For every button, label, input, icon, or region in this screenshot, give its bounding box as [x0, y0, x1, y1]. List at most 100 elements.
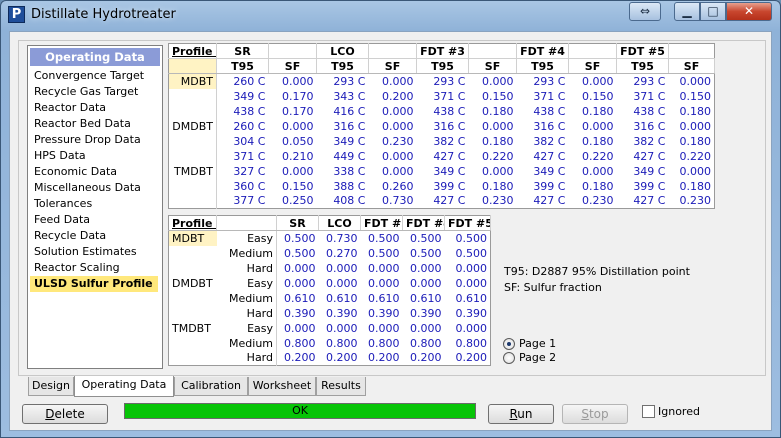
- run-button[interactable]: Run: [488, 404, 554, 424]
- profile1-cell[interactable]: 0.180: [469, 179, 517, 194]
- profile1-cell[interactable]: 427 C: [417, 149, 469, 164]
- profile2-cell[interactable]: 0.500: [277, 231, 319, 246]
- nav-item-economic-data[interactable]: Economic Data: [28, 164, 162, 180]
- nav-item-reactor-bed-data[interactable]: Reactor Bed Data: [28, 116, 162, 132]
- nav-item-solution-estimates[interactable]: Solution Estimates: [28, 244, 162, 260]
- profile1-cell[interactable]: 293 C: [417, 74, 469, 89]
- profile1-cell[interactable]: 0.180: [669, 179, 715, 194]
- profile2-cell[interactable]: 0.200: [361, 351, 403, 366]
- profile1-cell[interactable]: 371 C: [217, 149, 269, 164]
- profile2-cell[interactable]: 0.390: [361, 306, 403, 321]
- profile2-cell[interactable]: 0.500: [403, 246, 445, 261]
- profile2-cell[interactable]: 0.390: [319, 306, 361, 321]
- nav-item-pressure-drop-data[interactable]: Pressure Drop Data: [28, 132, 162, 148]
- profile1-cell[interactable]: 0.220: [469, 149, 517, 164]
- profile2-cell[interactable]: 0.610: [403, 291, 445, 306]
- profile1-cell[interactable]: 399 C: [417, 179, 469, 194]
- maximize-button[interactable]: □: [700, 2, 726, 21]
- profile1-cell[interactable]: 0.000: [669, 74, 715, 89]
- profile2-cell[interactable]: 0.200: [277, 351, 319, 366]
- profile1-cell[interactable]: 0.000: [269, 74, 317, 89]
- profile1-cell[interactable]: 427 C: [417, 194, 469, 209]
- page2-radio[interactable]: Page 2: [503, 351, 593, 365]
- profile1-cell[interactable]: 0.220: [669, 149, 715, 164]
- profile1-cell[interactable]: 449 C: [317, 149, 369, 164]
- profile1-cell[interactable]: 0.000: [269, 119, 317, 134]
- profile1-cell[interactable]: 0.180: [569, 179, 617, 194]
- profile1-cell[interactable]: 438 C: [617, 104, 669, 119]
- profile1-cell[interactable]: 0.150: [669, 89, 715, 104]
- profile1-cell[interactable]: 0.000: [369, 119, 417, 134]
- profile1-cell[interactable]: 0.200: [369, 89, 417, 104]
- profile2-cell[interactable]: 0.000: [361, 276, 403, 291]
- profile2-cell[interactable]: 0.730: [319, 231, 361, 246]
- profile1-cell[interactable]: 293 C: [517, 74, 569, 89]
- profile2-cell[interactable]: 0.000: [277, 321, 319, 336]
- profile1-cell[interactable]: 382 C: [517, 134, 569, 149]
- profile1-cell[interactable]: 0.000: [369, 74, 417, 89]
- profile1-cell[interactable]: 349 C: [517, 164, 569, 179]
- tab-design[interactable]: Design: [28, 377, 74, 396]
- profile1-cell[interactable]: 0.150: [269, 179, 317, 194]
- profile1-cell[interactable]: 0.730: [369, 194, 417, 209]
- profile2-cell[interactable]: 0.000: [403, 261, 445, 276]
- profile2-cell[interactable]: 0.200: [319, 351, 361, 366]
- profile1-cell[interactable]: 260 C: [217, 74, 269, 89]
- profile2-cell[interactable]: 0.000: [319, 276, 361, 291]
- profile1-cell[interactable]: 293 C: [317, 74, 369, 89]
- nav-item-hps-data[interactable]: HPS Data: [28, 148, 162, 164]
- ignored-checkbox[interactable]: [642, 405, 655, 418]
- profile1-cell[interactable]: 0.180: [569, 134, 617, 149]
- profile2-cell[interactable]: 0.000: [361, 321, 403, 336]
- profile1-cell[interactable]: 371 C: [417, 89, 469, 104]
- nav-item-ulsd-sulfur-profile[interactable]: ULSD Sulfur Profile: [30, 276, 158, 292]
- profile1-cell[interactable]: 0.220: [569, 149, 617, 164]
- profile2-cell[interactable]: 0.000: [403, 276, 445, 291]
- profile1-cell[interactable]: 0.250: [269, 194, 317, 209]
- profile2-cell[interactable]: 0.500: [361, 246, 403, 261]
- profile2-cell[interactable]: 0.390: [403, 306, 445, 321]
- profile1-cell[interactable]: 0.230: [669, 194, 715, 209]
- profile1-cell[interactable]: 0.180: [469, 104, 517, 119]
- tab-worksheet[interactable]: Worksheet: [248, 377, 316, 396]
- profile1-cell[interactable]: 408 C: [317, 194, 369, 209]
- nav-item-miscellaneous-data[interactable]: Miscellaneous Data: [28, 180, 162, 196]
- profile2-cell[interactable]: 0.800: [277, 336, 319, 351]
- nav-item-reactor-data[interactable]: Reactor Data: [28, 100, 162, 116]
- profile2-cell[interactable]: 0.500: [403, 231, 445, 246]
- profile2-cell[interactable]: 0.390: [445, 306, 491, 321]
- profile1-cell[interactable]: 427 C: [617, 194, 669, 209]
- profile1-cell[interactable]: 0.230: [469, 194, 517, 209]
- profile1-cell[interactable]: 427 C: [517, 149, 569, 164]
- profile2-cell[interactable]: 0.500: [277, 246, 319, 261]
- minimize-button[interactable]: ▁: [674, 2, 700, 21]
- profile1-cell[interactable]: 0.180: [469, 134, 517, 149]
- profile2-cell[interactable]: 0.610: [319, 291, 361, 306]
- stop-button[interactable]: Stop: [562, 404, 628, 424]
- profile1-cell[interactable]: 0.000: [369, 149, 417, 164]
- profile1-cell[interactable]: 260 C: [217, 119, 269, 134]
- profile2-cell[interactable]: 0.500: [445, 231, 491, 246]
- profile1-cell[interactable]: 377 C: [217, 194, 269, 209]
- profile1-cell[interactable]: 316 C: [317, 119, 369, 134]
- profile1-cell[interactable]: 438 C: [217, 104, 269, 119]
- profile1-cell[interactable]: 0.230: [569, 194, 617, 209]
- page1-radio[interactable]: Page 1: [503, 337, 593, 351]
- profile1-cell[interactable]: 0.000: [469, 119, 517, 134]
- profile2-cell[interactable]: 0.800: [445, 336, 491, 351]
- profile1-cell[interactable]: 399 C: [517, 179, 569, 194]
- profile1-cell[interactable]: 438 C: [417, 104, 469, 119]
- profile1-cell[interactable]: 0.230: [369, 134, 417, 149]
- profile2-cell[interactable]: 0.270: [319, 246, 361, 261]
- profile1-cell[interactable]: 316 C: [517, 119, 569, 134]
- profile2-cell[interactable]: 0.200: [403, 351, 445, 366]
- nav-item-tolerances[interactable]: Tolerances: [28, 196, 162, 212]
- profile2-cell[interactable]: 0.000: [277, 276, 319, 291]
- profile1-cell[interactable]: 316 C: [417, 119, 469, 134]
- profile1-cell[interactable]: 0.000: [669, 119, 715, 134]
- profile1-cell[interactable]: 0.000: [569, 164, 617, 179]
- nav-item-recycle-gas-target[interactable]: Recycle Gas Target: [28, 84, 162, 100]
- profile1-cell[interactable]: 349 C: [617, 164, 669, 179]
- profile1-cell[interactable]: 343 C: [317, 89, 369, 104]
- profile1-cell[interactable]: 0.180: [669, 134, 715, 149]
